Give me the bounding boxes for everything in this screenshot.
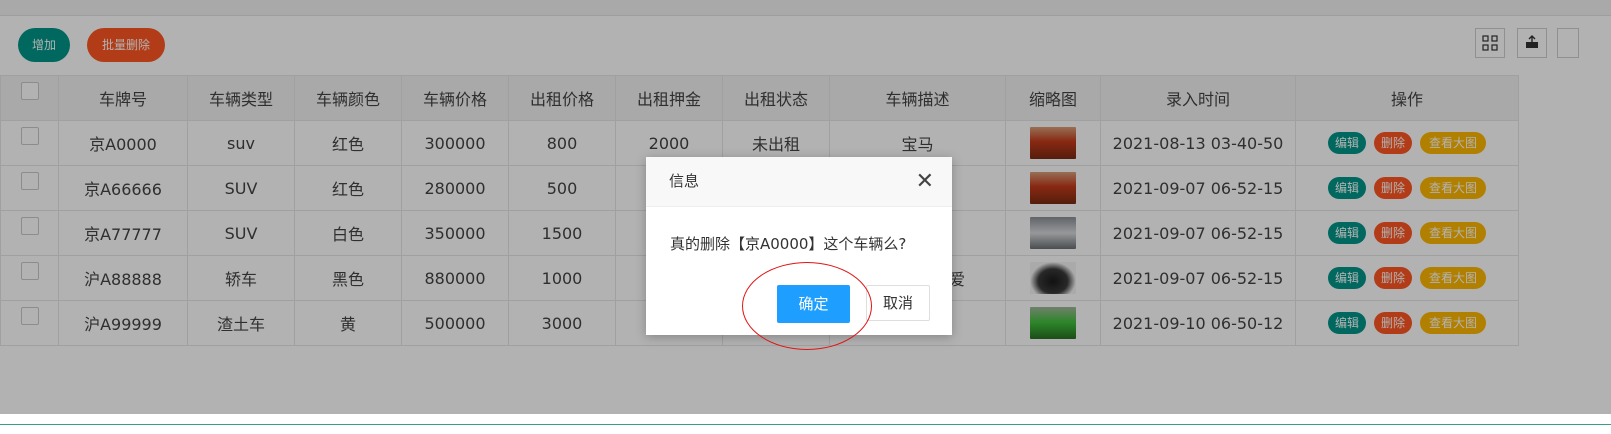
cancel-button[interactable]: 取消 — [866, 285, 930, 321]
confirm-dialog: 信息 ✕ 真的删除【京A0000】这个车辆么? 确定 取消 — [646, 157, 952, 335]
dialog-title: 信息 — [669, 172, 700, 190]
car-management-page: 增加 批量删除 车牌号 车辆类型 车辆颜色 车辆价格 出租价格 出租押金 出租状… — [0, 0, 1611, 425]
confirm-button[interactable]: 确定 — [777, 285, 850, 323]
dialog-title-bar: 信息 ✕ — [646, 157, 952, 207]
dialog-message: 真的删除【京A0000】这个车辆么? — [670, 235, 907, 253]
close-icon[interactable]: ✕ — [916, 157, 934, 206]
